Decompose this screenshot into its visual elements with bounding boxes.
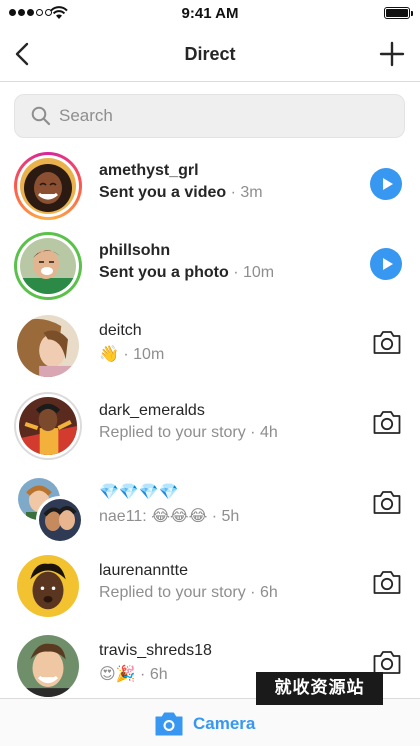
thread-username: phillsohn	[99, 242, 171, 259]
thread-separator: ·	[135, 666, 150, 683]
bottom-bar: Camera	[0, 698, 420, 746]
thread-username: travis_shreds18	[99, 642, 212, 659]
thread-row[interactable]: amethyst_grl Sent you a video · 3m	[0, 148, 420, 228]
thread-message: 😍🎉	[99, 666, 136, 683]
status-bar: 9:41 AM	[0, 0, 420, 26]
camera-icon[interactable]	[372, 328, 402, 356]
avatar-photo	[17, 315, 79, 377]
nav-bar: Direct	[0, 26, 420, 82]
avatar[interactable]	[14, 552, 82, 620]
battery-icon	[384, 7, 413, 19]
camera-icon[interactable]	[372, 568, 402, 596]
thread-message: Sent you a photo	[99, 264, 229, 281]
thread-username: dark_emeralds	[99, 402, 205, 419]
thread-username: laurenanntte	[99, 562, 188, 579]
thread-username: deitch	[99, 322, 142, 339]
play-icon[interactable]	[370, 168, 402, 200]
avatar[interactable]	[14, 392, 82, 460]
thread-row[interactable]: phillsohn Sent you a photo · 10m	[0, 228, 420, 308]
avatar-photo	[17, 635, 79, 697]
thread-separator: ·	[245, 424, 260, 441]
thread-row[interactable]: dark_emeralds Replied to your story · 4h	[0, 388, 420, 468]
avatar-photo	[20, 158, 76, 214]
camera-icon[interactable]	[372, 408, 402, 436]
thread-row[interactable]: 💎💎💎💎 nae11: 😂😂😂 · 5h	[0, 468, 420, 548]
thread-separator: ·	[228, 264, 243, 281]
status-clock: 9:41 AM	[181, 5, 239, 22]
thread-separator: ·	[226, 184, 241, 201]
search-icon	[31, 106, 51, 126]
watermark: 就收资源站	[256, 672, 383, 705]
avatar[interactable]	[14, 312, 82, 380]
avatar-photo	[19, 397, 77, 455]
thread-time: 6h	[259, 584, 278, 601]
search-bar[interactable]	[14, 94, 405, 138]
thread-message: Replied to your story	[99, 584, 246, 601]
thread-time: 10m	[133, 346, 165, 363]
thread-row[interactable]: deitch 👋 · 10m	[0, 308, 420, 388]
chevron-left-icon[interactable]	[10, 40, 38, 68]
thread-message: Replied to your story	[99, 424, 246, 441]
thread-message: Sent you a video	[99, 184, 227, 201]
camera-icon	[155, 712, 183, 736]
avatar[interactable]	[14, 152, 82, 220]
play-icon[interactable]	[370, 248, 402, 280]
thread-time: 4h	[259, 424, 278, 441]
avatar[interactable]	[14, 232, 82, 300]
camera-icon[interactable]	[372, 488, 402, 516]
search-input[interactable]	[59, 95, 389, 137]
thread-time: 5h	[221, 508, 240, 525]
thread-time: 10m	[243, 264, 275, 281]
thread-time: 3m	[240, 184, 263, 201]
avatar[interactable]	[14, 632, 82, 700]
avatar	[36, 496, 84, 544]
page-title: Direct	[184, 44, 236, 64]
camera-label: Camera	[193, 714, 256, 733]
thread-message: nae11: 😂😂😂	[99, 508, 208, 525]
thread-message: 👋	[99, 346, 119, 363]
thread-separator: ·	[245, 584, 260, 601]
thread-time: 6h	[149, 666, 168, 683]
thread-username: amethyst_grl	[99, 162, 199, 179]
camera-button[interactable]: Camera	[155, 708, 255, 740]
group-avatar[interactable]	[14, 472, 84, 544]
thread-row[interactable]: laurenanntte Replied to your story · 6h	[0, 548, 420, 628]
plus-icon[interactable]	[378, 40, 406, 68]
avatar-photo	[20, 238, 76, 294]
avatar-photo	[17, 555, 79, 617]
thread-username: 💎💎💎💎	[99, 484, 179, 501]
thread-separator: ·	[207, 508, 222, 525]
thread-separator: ·	[118, 346, 134, 363]
